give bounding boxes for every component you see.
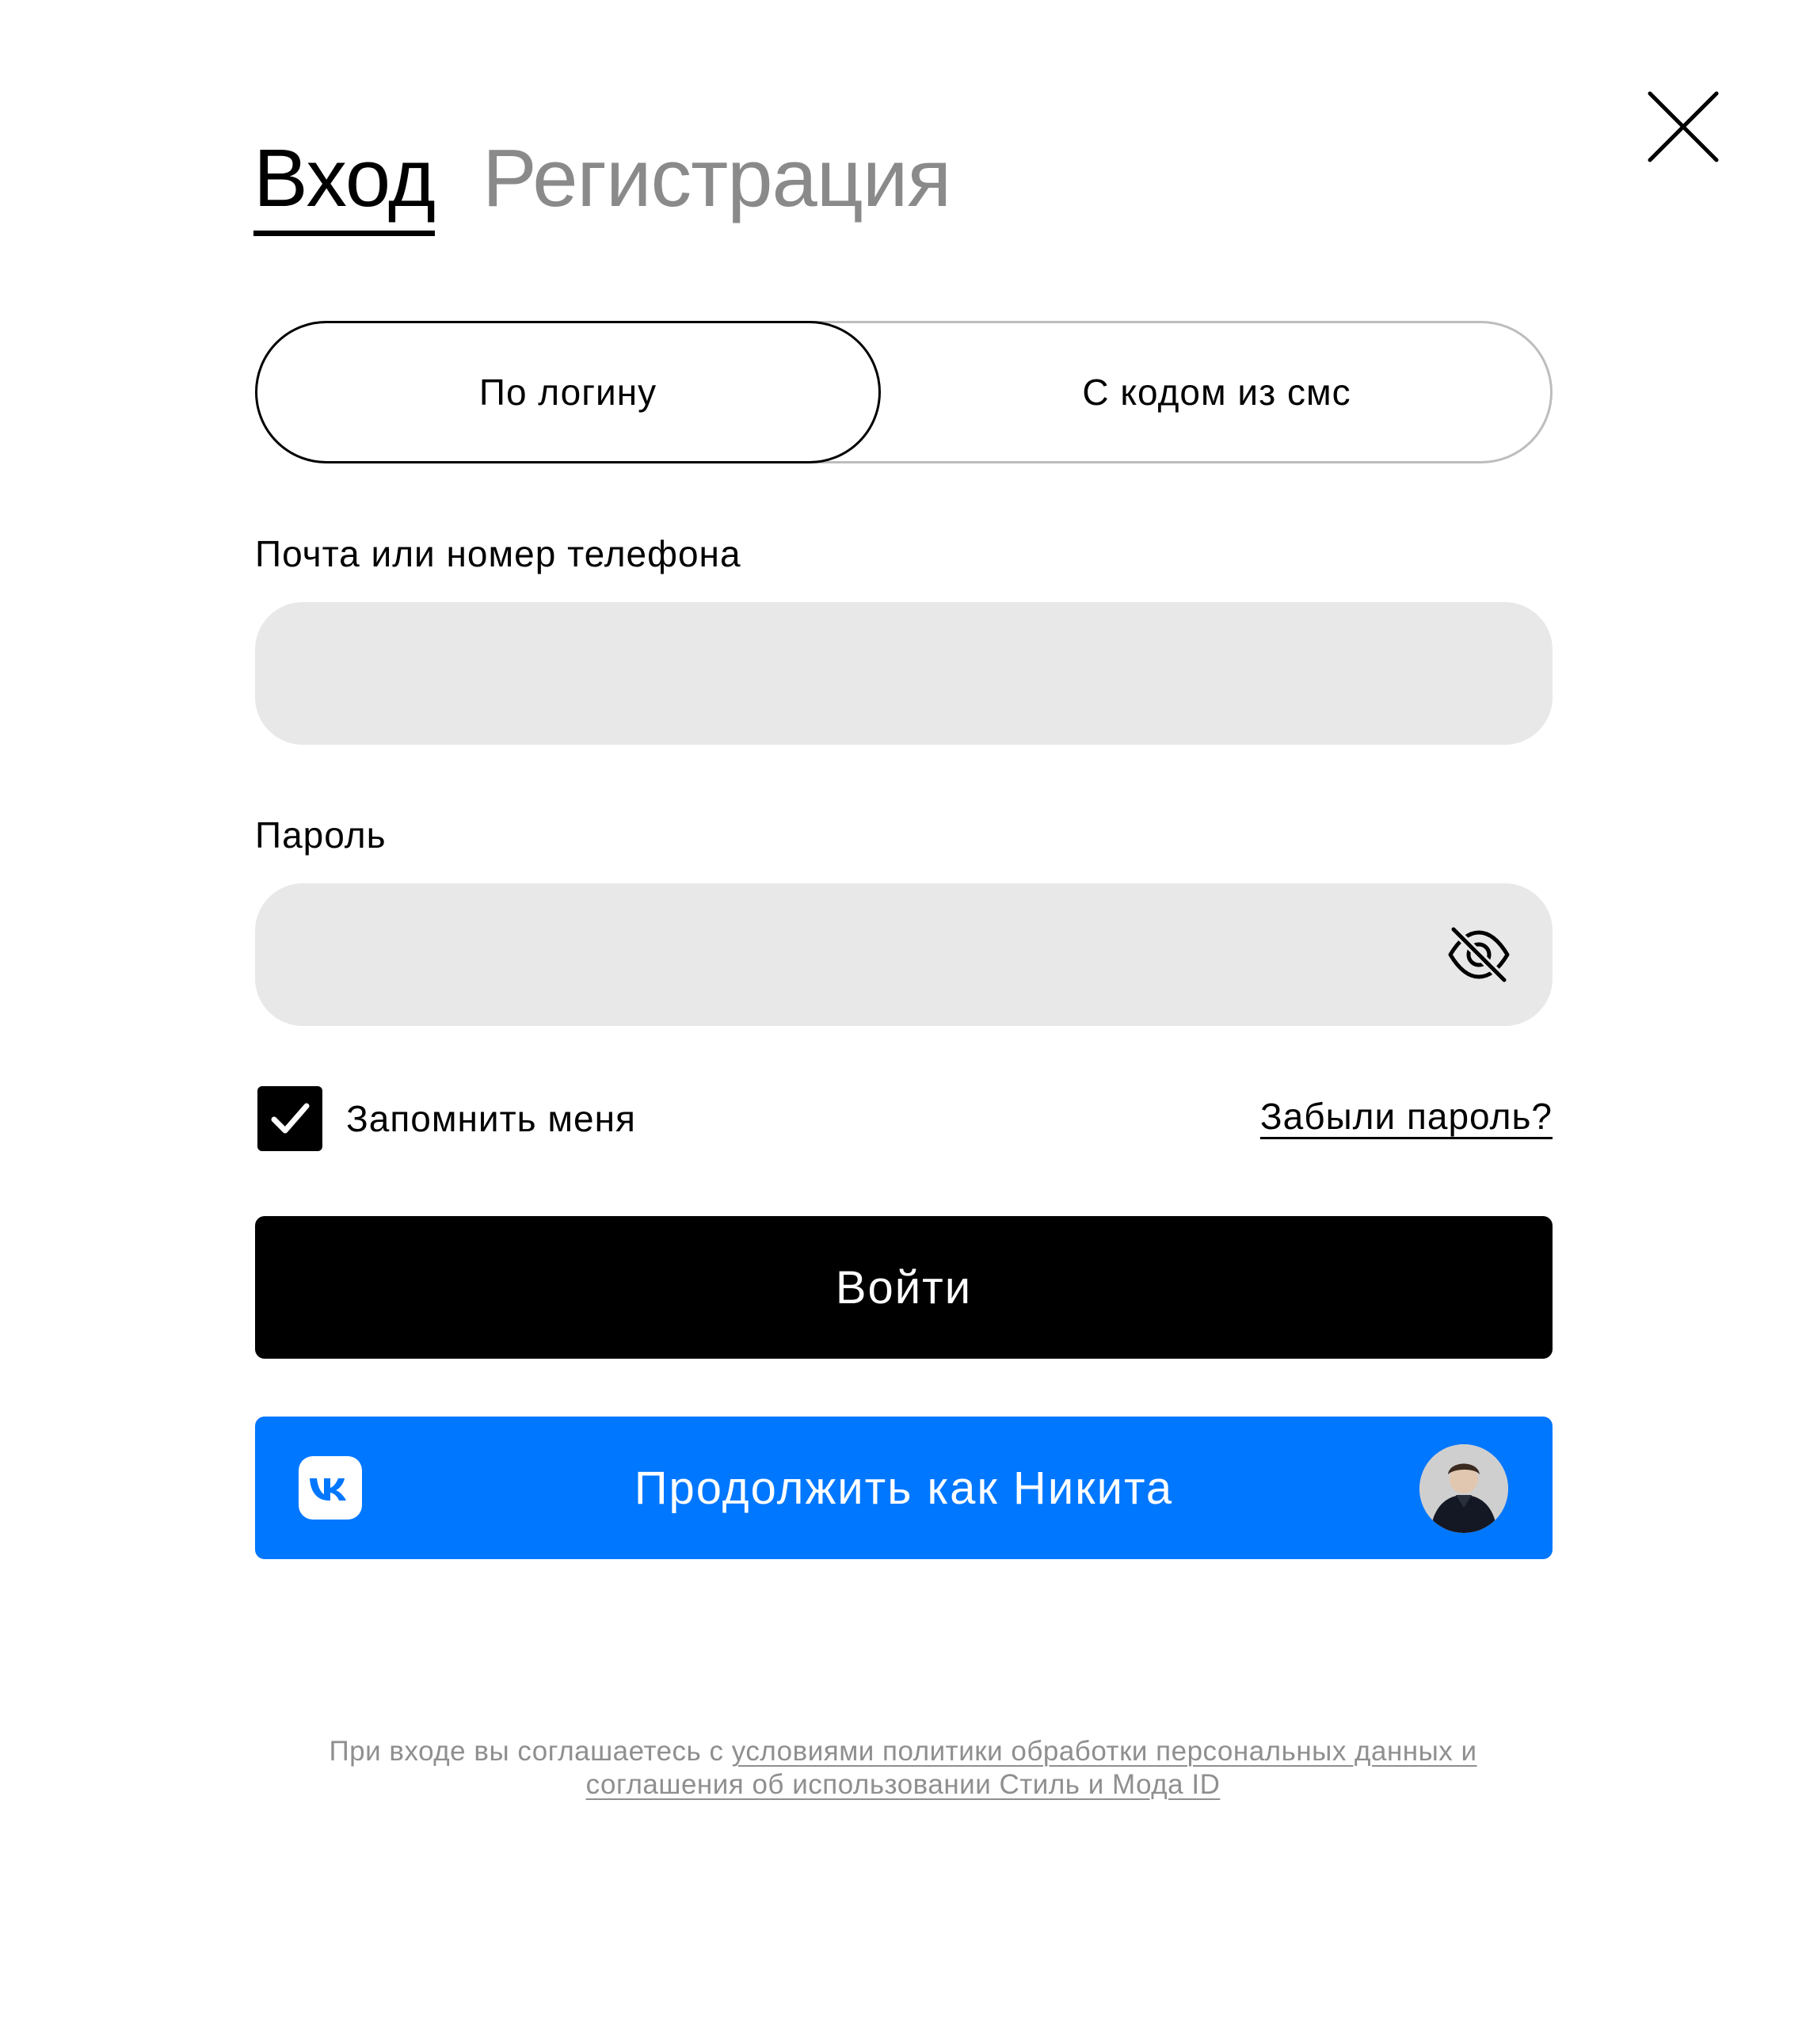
close-button[interactable]: [1644, 87, 1723, 166]
password-label: Пароль: [255, 814, 387, 856]
login-method-switch: По логину С кодом из смс: [255, 321, 1553, 463]
email-label: Почта или номер телефона: [255, 533, 741, 574]
remember-label: Запомнить меня: [346, 1098, 636, 1139]
eye-off-icon: [1448, 926, 1510, 983]
password-field[interactable]: [255, 883, 1553, 1026]
forgot-password-link[interactable]: Забыли пароль?: [1260, 1095, 1553, 1138]
vk-continue-button[interactable]: Продолжить как Никита: [255, 1417, 1553, 1559]
remember-me[interactable]: Запомнить меня: [257, 1085, 636, 1152]
tab-login[interactable]: Вход: [253, 131, 436, 236]
email-field[interactable]: [255, 602, 1553, 745]
terms-prefix: При входе вы соглашаетесь с: [329, 1736, 732, 1767]
avatar: [1419, 1444, 1508, 1533]
login-method-by-login[interactable]: По логину: [255, 321, 881, 463]
remember-checkbox[interactable]: [257, 1086, 322, 1151]
vk-continue-label: Продолжить как Никита: [634, 1462, 1174, 1514]
login-method-by-sms[interactable]: С кодом из смс: [881, 321, 1553, 463]
terms-note: При входе вы соглашаетесь с условиями по…: [261, 1735, 1545, 1802]
auth-tabs: Вход Регистрация: [253, 131, 951, 242]
close-icon: [1648, 91, 1719, 162]
password-visibility-toggle[interactable]: [1446, 921, 1512, 988]
login-button[interactable]: Войти: [255, 1216, 1553, 1359]
checkmark-icon: [271, 1103, 310, 1134]
tab-register[interactable]: Регистрация: [482, 131, 951, 226]
